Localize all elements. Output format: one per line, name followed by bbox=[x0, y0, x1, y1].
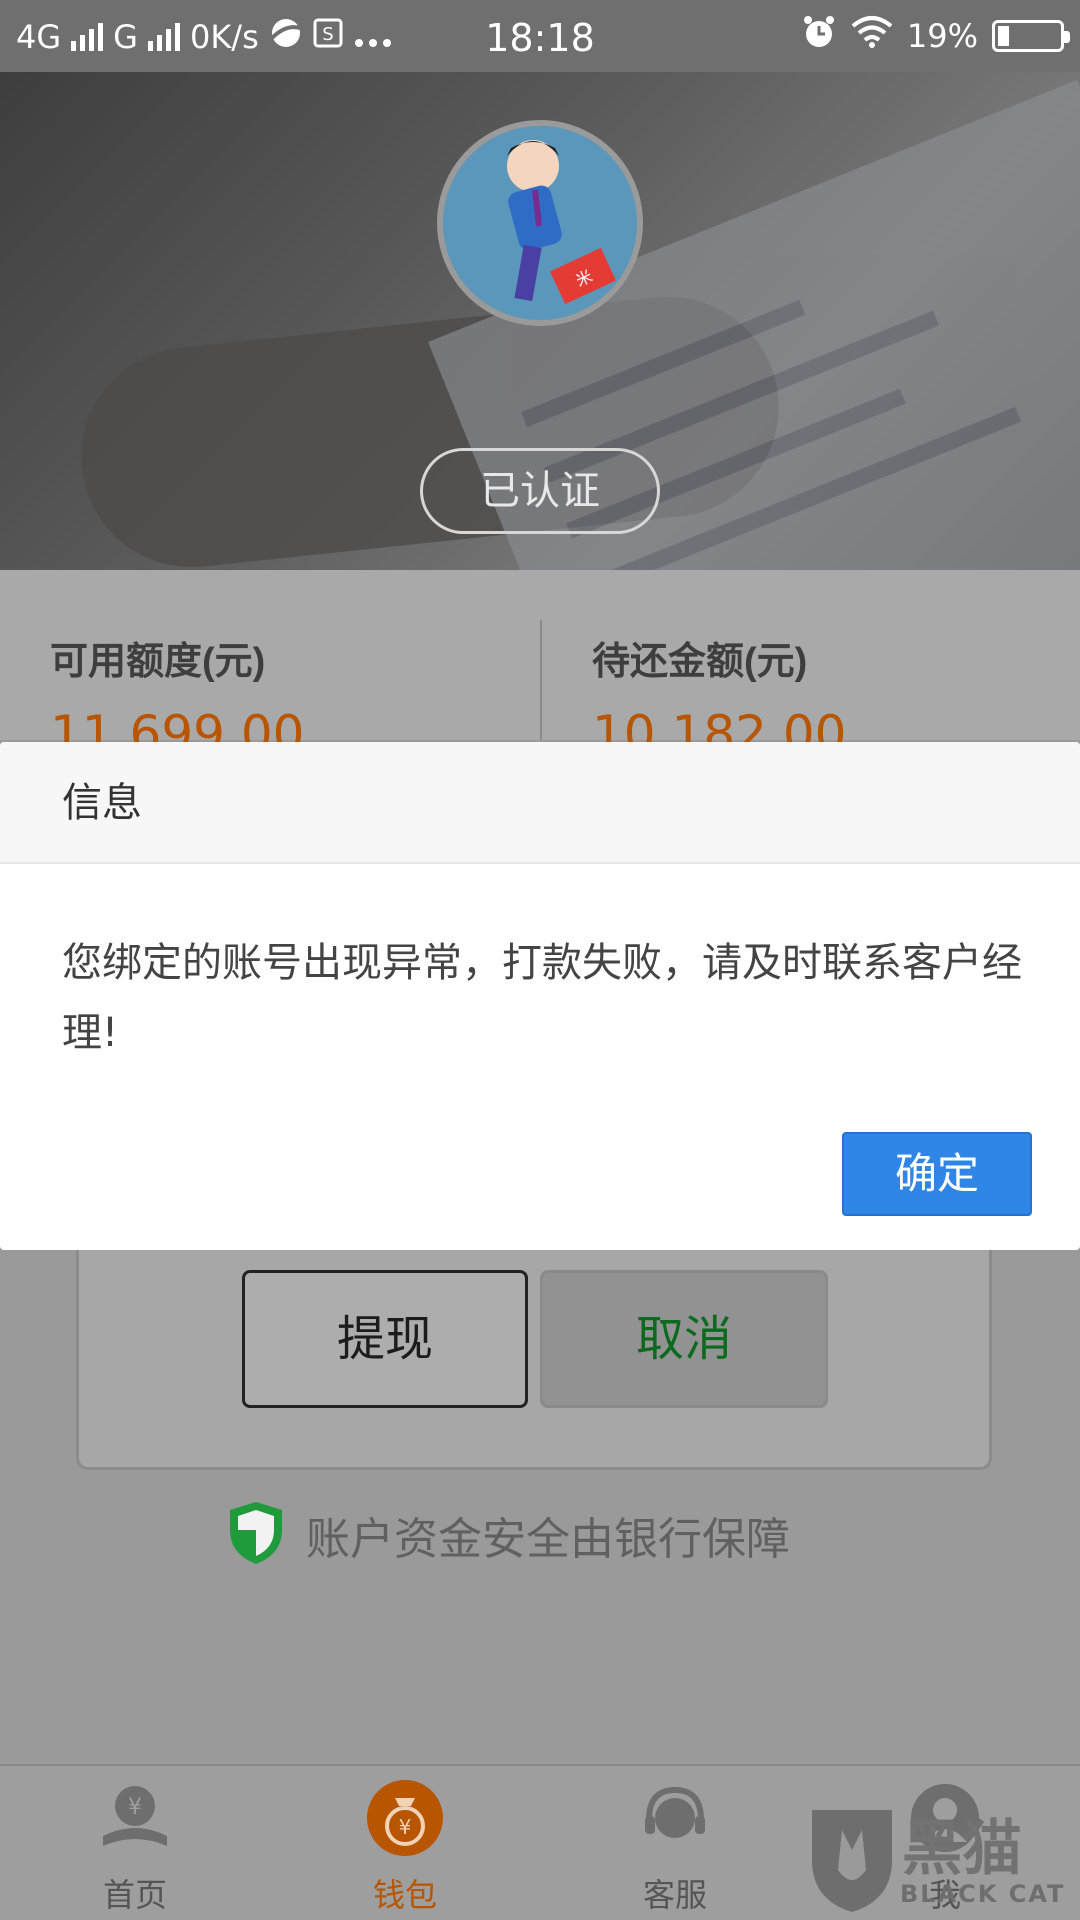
nav-item-wallet[interactable]: ¥ 钱包 bbox=[270, 1766, 540, 1920]
svg-text:¥: ¥ bbox=[128, 1795, 142, 1820]
home-yuan-icon: ¥ bbox=[97, 1780, 173, 1856]
nav-item-home[interactable]: ¥ 首页 bbox=[0, 1766, 270, 1920]
cat-logo-icon bbox=[802, 1800, 902, 1920]
profile-banner: 米 已认证 bbox=[0, 72, 1080, 570]
shield-icon bbox=[226, 1500, 286, 1570]
status-right: 19% bbox=[801, 14, 1070, 58]
watermark: 黑猫 BLACK CAT bbox=[802, 1800, 1072, 1916]
verified-badge: 已认证 bbox=[420, 448, 660, 534]
svg-text:¥: ¥ bbox=[399, 1815, 412, 1839]
nav-label-wallet: 钱包 bbox=[372, 1876, 437, 1914]
safety-notice: 账户资金安全由银行保障 bbox=[226, 1500, 790, 1570]
avatar[interactable]: 米 bbox=[437, 120, 643, 326]
summary-divider bbox=[540, 620, 542, 740]
watermark-text: 黑猫 bbox=[902, 1814, 1022, 1884]
safety-text: 账户资金安全由银行保障 bbox=[306, 1514, 790, 1565]
watermark-subtext: BLACK CAT bbox=[900, 1880, 1066, 1908]
nav-label-support: 客服 bbox=[642, 1876, 707, 1914]
nav-label-home: 首页 bbox=[102, 1876, 167, 1914]
nav-item-support[interactable]: 客服 bbox=[540, 1766, 810, 1920]
confirm-button[interactable]: 确定 bbox=[842, 1132, 1032, 1216]
support-headset-icon bbox=[637, 1780, 713, 1856]
credit-summary: 可用额度(元) 11,699.00 待还金额(元) 10,182.00 bbox=[0, 570, 1080, 763]
withdraw-button[interactable]: 提现 bbox=[242, 1270, 528, 1408]
dialog-title: 信息 bbox=[0, 742, 1080, 864]
available-credit-label: 可用额度(元) bbox=[50, 641, 266, 683]
wallet-bag-icon: ¥ bbox=[367, 1780, 443, 1856]
battery-icon bbox=[992, 20, 1070, 52]
status-bar: 4G G 0K/s S 18:18 19% bbox=[0, 0, 1080, 72]
battery-percent: 19% bbox=[906, 17, 978, 55]
pending-repayment-label: 待还金额(元) bbox=[592, 641, 808, 683]
avatar-illustration: 米 bbox=[443, 126, 637, 320]
wifi-icon bbox=[851, 15, 893, 57]
cancel-button[interactable]: 取消 bbox=[540, 1270, 828, 1408]
alarm-icon bbox=[801, 14, 837, 58]
dialog-message: 您绑定的账号出现异常，打款失败，请及时联系客户经理! bbox=[62, 940, 1022, 1056]
info-dialog: 信息 您绑定的账号出现异常，打款失败，请及时联系客户经理! 确定 bbox=[0, 742, 1080, 1250]
